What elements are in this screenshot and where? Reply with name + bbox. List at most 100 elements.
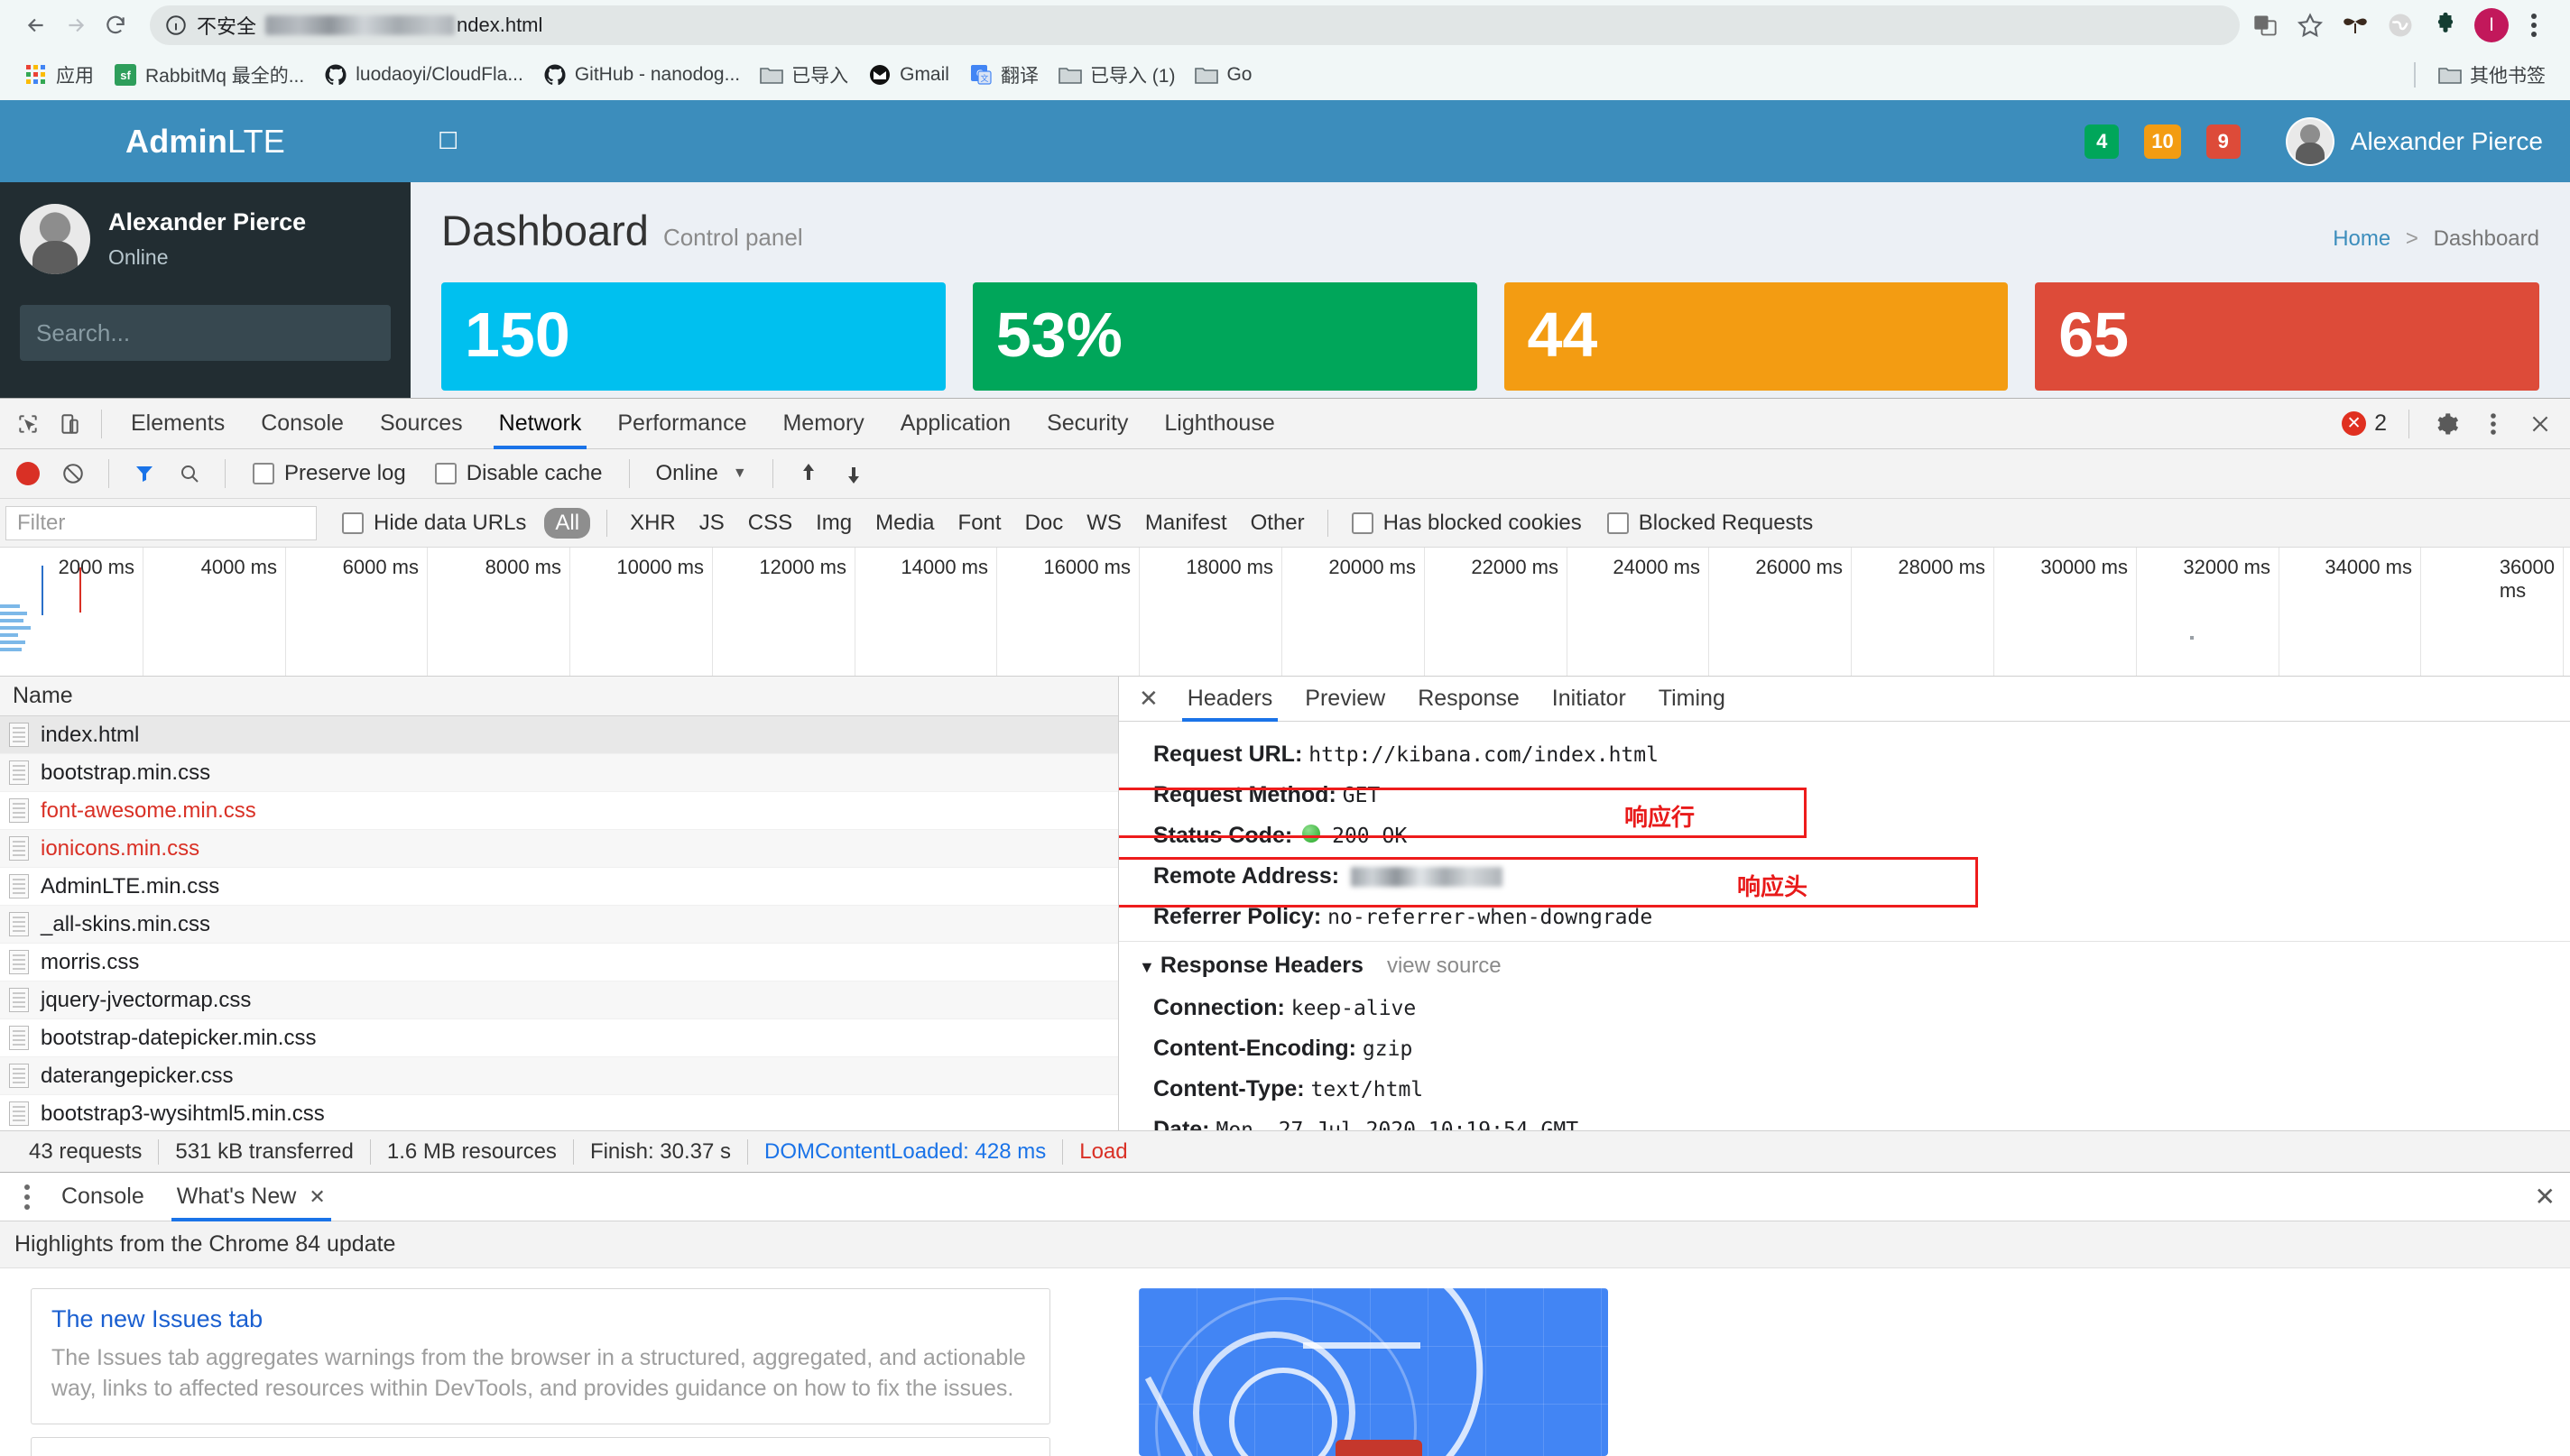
request-column-header[interactable]: Name (0, 677, 1118, 716)
table-row[interactable]: daterangepicker.css (0, 1057, 1118, 1095)
detail-tab-preview[interactable]: Preview (1289, 677, 1401, 722)
tab-memory[interactable]: Memory (764, 399, 882, 449)
tab-console[interactable]: Console (243, 399, 362, 449)
table-row[interactable]: bootstrap.min.css (0, 754, 1118, 792)
tab-security[interactable]: Security (1029, 399, 1146, 449)
moustache-extension-icon[interactable] (2335, 5, 2375, 45)
drawer-tab-console[interactable]: Console (45, 1173, 161, 1221)
response-headers-section-title[interactable]: ▼ Response Headers view source (1119, 944, 2570, 988)
filter-type-manifest[interactable]: Manifest (1133, 511, 1239, 536)
card-title[interactable]: The new Issues tab (51, 1305, 1030, 1333)
bookmark-apps[interactable]: 应用 (14, 55, 104, 95)
reload-button[interactable] (96, 5, 135, 45)
back-button[interactable] (16, 5, 56, 45)
drawer-menu-icon[interactable] (9, 1184, 45, 1210)
bookmark-folder-imported-1[interactable]: 已导入 (1) (1049, 55, 1186, 95)
filter-type-css[interactable]: CSS (736, 511, 804, 536)
detail-tab-headers[interactable]: Headers (1171, 677, 1290, 722)
table-row[interactable]: bootstrap3-wysihtml5.min.css (0, 1095, 1118, 1130)
detail-tab-response[interactable]: Response (1401, 677, 1536, 722)
bookmark-folder-go[interactable]: Go (1185, 55, 1262, 95)
device-toolbar-icon[interactable] (49, 403, 90, 445)
view-source-link[interactable]: view source (1387, 954, 1502, 978)
translate-icon[interactable] (2245, 5, 2285, 45)
close-tab-icon[interactable]: ✕ (309, 1185, 325, 1209)
tab-elements[interactable]: Elements (113, 399, 243, 449)
forward-button[interactable] (56, 5, 96, 45)
import-har-icon[interactable] (788, 453, 829, 494)
navbar-user-menu[interactable]: Alexander Pierce (2285, 116, 2543, 166)
bookmark-star-icon[interactable] (2290, 5, 2330, 45)
close-devtools-icon[interactable] (2519, 403, 2561, 445)
sidebar-toggle-icon[interactable]: ☐ (438, 127, 458, 155)
tab-application[interactable]: Application (883, 399, 1029, 449)
table-row[interactable]: AdminLTE.min.css (0, 868, 1118, 906)
info-icon[interactable] (164, 14, 188, 37)
chrome-menu-icon[interactable] (2514, 5, 2554, 45)
bookmark-rabbitmq[interactable]: sf RabbitMq 最全的... (104, 55, 314, 95)
bookmark-cloudflare[interactable]: luodaoyi/CloudFla... (314, 55, 533, 95)
filter-type-all[interactable]: All (544, 507, 591, 539)
detail-tab-initiator[interactable]: Initiator (1536, 677, 1642, 722)
error-badge[interactable]: ✕ 2 (2342, 410, 2387, 437)
table-row[interactable]: font-awesome.min.css (0, 792, 1118, 830)
info-box[interactable]: 150 (441, 282, 946, 391)
whats-new-card[interactable]: The new Issues tab The Issues tab aggreg… (31, 1288, 1050, 1424)
hide-data-urls-checkbox[interactable]: Hide data URLs (329, 511, 539, 536)
other-bookmarks-button[interactable]: 其他书签 (2428, 55, 2556, 95)
has-blocked-cookies-checkbox[interactable]: Has blocked cookies (1339, 511, 1595, 536)
filter-type-media[interactable]: Media (864, 511, 946, 536)
globe-extension-icon[interactable] (2380, 5, 2420, 45)
table-row[interactable]: bootstrap-datepicker.min.css (0, 1019, 1118, 1057)
throttling-dropdown[interactable]: Online ▼ (644, 461, 757, 486)
drawer-tab-whats-new[interactable]: What's New ✕ (161, 1173, 342, 1221)
tab-lighthouse[interactable]: Lighthouse (1146, 399, 1292, 449)
notifications-badge[interactable]: 10 (2144, 124, 2181, 159)
table-row[interactable]: ionicons.min.css (0, 830, 1118, 868)
bookmark-github-nanodog[interactable]: GitHub - nanodog... (533, 55, 750, 95)
devtools-menu-icon[interactable] (2473, 403, 2514, 445)
breadcrumb-home[interactable]: Home (2333, 226, 2390, 251)
table-row[interactable]: _all-skins.min.css (0, 906, 1118, 944)
tab-network[interactable]: Network (481, 399, 600, 449)
whats-new-card[interactable]: New accessibility information in the Ins… (31, 1437, 1050, 1456)
network-overview-timeline[interactable]: 2000 ms 4000 ms 6000 ms 8000 ms 10000 ms 1200… (0, 548, 2570, 677)
close-drawer-icon[interactable]: ✕ (2535, 1182, 2556, 1212)
preserve-log-checkbox[interactable]: Preserve log (240, 461, 419, 486)
sidebar-user-panel[interactable]: Alexander Pierce Online (0, 204, 411, 274)
filter-type-doc[interactable]: Doc (1013, 511, 1076, 536)
adminlte-logo[interactable]: Admin LTE (0, 100, 411, 182)
filter-input[interactable]: Filter (5, 505, 317, 540)
address-bar[interactable]: 不安全 ndex.html (150, 5, 2240, 45)
filter-type-xhr[interactable]: XHR (618, 511, 688, 536)
bookmark-translate[interactable]: G文 翻译 (959, 55, 1049, 95)
table-row[interactable]: jquery-jvectormap.css (0, 981, 1118, 1019)
search-icon[interactable] (169, 453, 210, 494)
filter-type-font[interactable]: Font (947, 511, 1013, 536)
blocked-requests-checkbox[interactable]: Blocked Requests (1595, 511, 1826, 536)
puzzle-extensions-icon[interactable] (2426, 5, 2465, 45)
record-stop-icon[interactable] (16, 462, 40, 485)
export-har-icon[interactable] (833, 453, 874, 494)
table-row[interactable]: index.html (0, 716, 1118, 754)
filter-funnel-icon[interactable] (124, 453, 165, 494)
table-row[interactable]: morris.css (0, 944, 1118, 981)
clear-network-icon[interactable] (52, 453, 94, 494)
inspect-element-icon[interactable] (7, 403, 49, 445)
detail-tab-timing[interactable]: Timing (1642, 677, 1742, 722)
bookmark-gmail[interactable]: Gmail (858, 55, 959, 95)
sidebar-search-input[interactable]: Search... (20, 305, 391, 361)
messages-badge[interactable]: 4 (2085, 124, 2120, 159)
settings-gear-icon[interactable] (2426, 403, 2467, 445)
filter-type-js[interactable]: JS (688, 511, 736, 536)
tasks-badge[interactable]: 9 (2205, 124, 2241, 159)
filter-type-other[interactable]: Other (1239, 511, 1317, 536)
filter-type-ws[interactable]: WS (1075, 511, 1133, 536)
profile-avatar[interactable]: I (2474, 7, 2509, 42)
tab-performance[interactable]: Performance (599, 399, 764, 449)
info-box[interactable]: 53% (972, 282, 1477, 391)
close-detail-icon[interactable]: ✕ (1126, 685, 1171, 713)
info-box[interactable]: 44 (1503, 282, 2009, 391)
bookmark-folder-imported[interactable]: 已导入 (750, 55, 858, 95)
disable-cache-checkbox[interactable]: Disable cache (422, 461, 615, 486)
